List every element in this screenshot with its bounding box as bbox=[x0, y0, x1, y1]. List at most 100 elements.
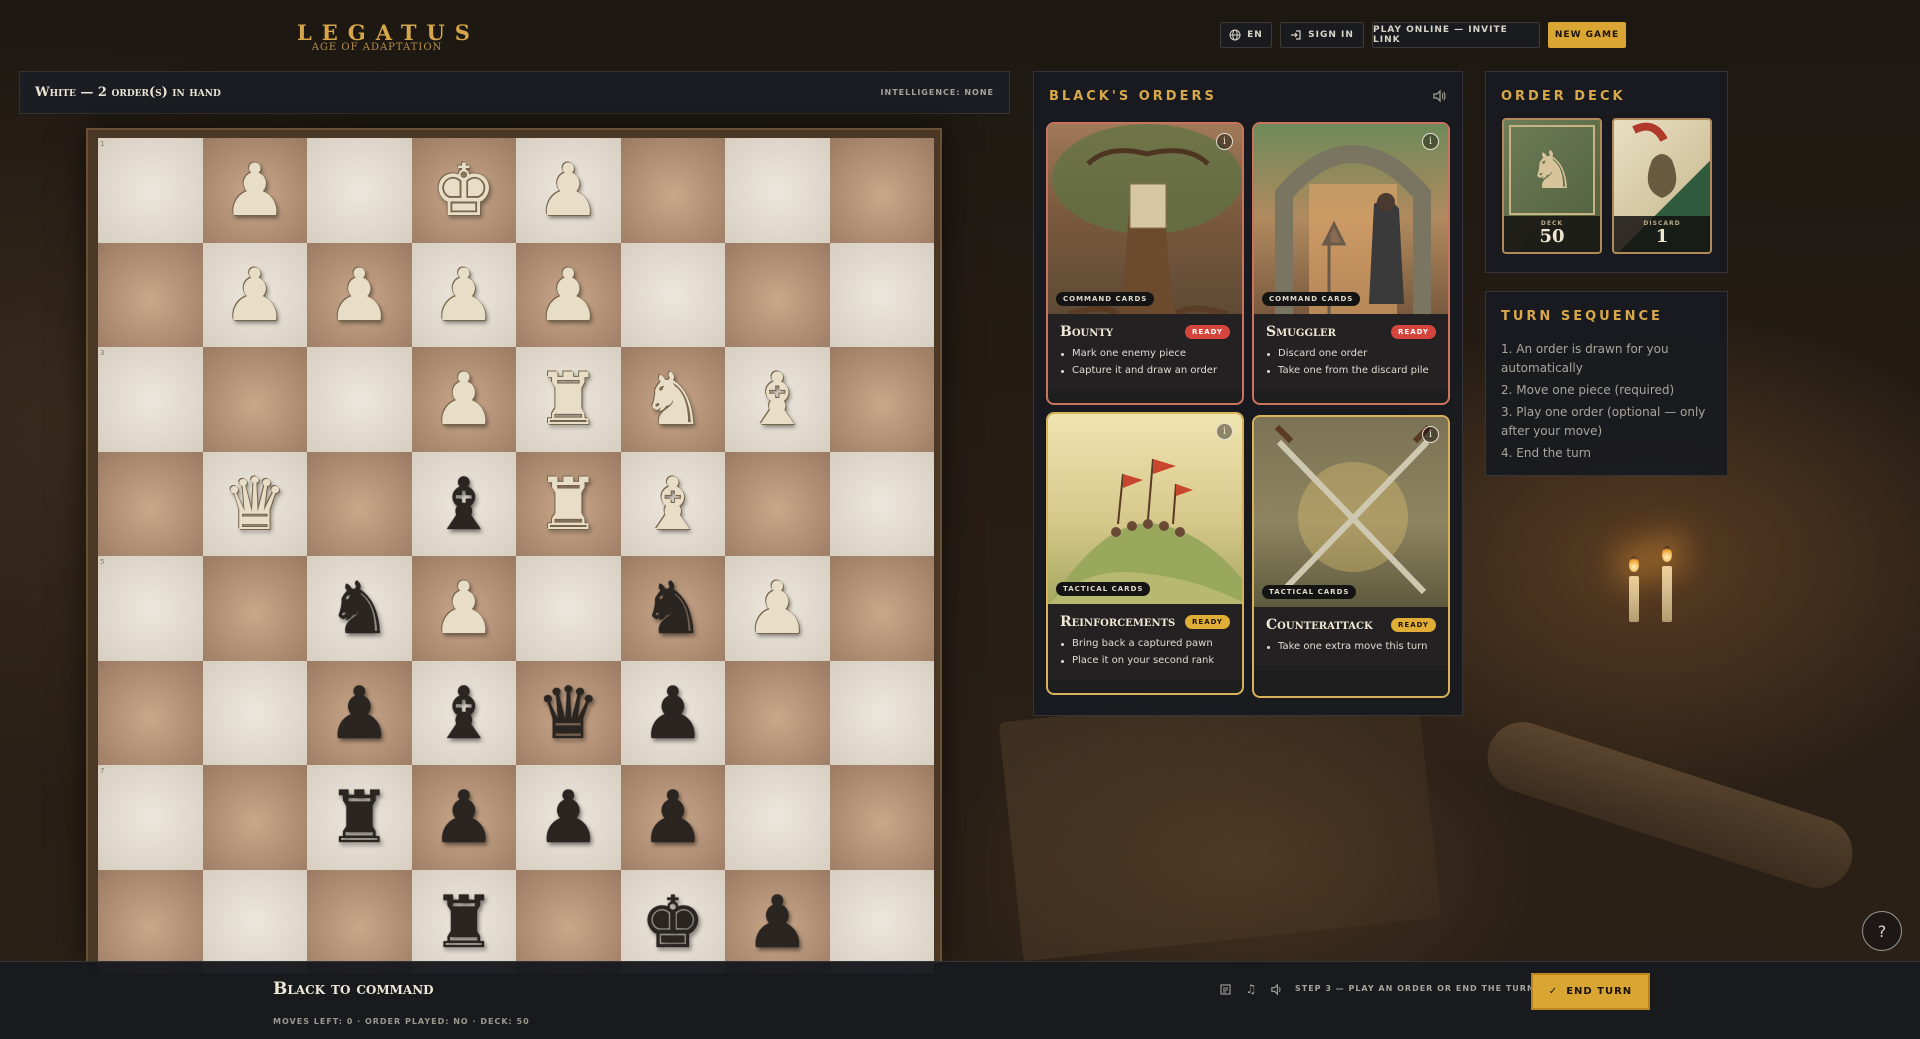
discard-pile[interactable]: DISCARD 1 bbox=[1612, 118, 1712, 254]
board-square[interactable]: ♜ bbox=[411, 869, 516, 974]
log-icon[interactable] bbox=[1217, 981, 1233, 997]
white-pawn-piece[interactable]: ♟ bbox=[431, 572, 496, 644]
board-square[interactable]: ♟ bbox=[411, 556, 516, 661]
music-icon[interactable]: ♫ bbox=[1243, 981, 1259, 997]
board-square[interactable] bbox=[307, 347, 412, 452]
board-square[interactable] bbox=[725, 451, 830, 556]
black-king-piece[interactable]: ♚ bbox=[640, 886, 705, 958]
board-square[interactable]: ♜ bbox=[516, 347, 621, 452]
white-knight-piece[interactable]: ♞ bbox=[640, 363, 705, 435]
board-square[interactable] bbox=[307, 869, 412, 974]
info-icon[interactable]: i bbox=[1216, 423, 1233, 440]
new-game-button[interactable]: NEW GAME bbox=[1548, 22, 1626, 48]
board-square[interactable] bbox=[202, 660, 307, 765]
board-square[interactable]: ♝ bbox=[620, 451, 725, 556]
board-square[interactable]: ♚ bbox=[620, 869, 725, 974]
order-card-bounty[interactable]: COMMAND CARDS i Bounty READY Mark one en… bbox=[1046, 122, 1244, 405]
info-icon[interactable]: i bbox=[1422, 426, 1439, 443]
board-square[interactable]: 2 bbox=[98, 242, 203, 347]
board-square[interactable] bbox=[829, 347, 934, 452]
board-square[interactable] bbox=[829, 660, 934, 765]
board-square[interactable]: ♟ bbox=[516, 765, 621, 870]
white-bishop-piece[interactable]: ♝ bbox=[745, 363, 810, 435]
board-square[interactable]: ♟ bbox=[411, 242, 516, 347]
info-icon[interactable]: i bbox=[1422, 133, 1439, 150]
end-turn-button[interactable]: ✓ END TURN bbox=[1531, 973, 1650, 1010]
sign-in-button[interactable]: SIGN IN bbox=[1280, 22, 1364, 48]
white-pawn-piece[interactable]: ♟ bbox=[536, 259, 601, 331]
board-square[interactable]: ♝ bbox=[725, 347, 830, 452]
white-rook-piece[interactable]: ♜ bbox=[536, 363, 601, 435]
board-square[interactable]: ♟ bbox=[307, 660, 412, 765]
board-square[interactable]: ♝ bbox=[411, 660, 516, 765]
order-card-smuggler[interactable]: COMMAND CARDS i Smuggler READY Discard o… bbox=[1252, 122, 1450, 405]
chess-board[interactable]: 1 ♟ ♚ ♟ 2 ♟ ♟ ♟ ♟ 3 ♟ ♜ ♞ ♝ 4 ♛ ♝ ♜ ♝ 5 ♞ ♟ ♞ ♟ 6 ♟ ♝ ♛ ♟ 7 ♜ ♟ ♟ ♟ 8 ♜ ♚ ♟ bbox=[98, 138, 934, 974]
white-pawn-piece[interactable]: ♟ bbox=[536, 154, 601, 226]
black-pawn-piece[interactable]: ♟ bbox=[640, 781, 705, 853]
board-square[interactable] bbox=[516, 869, 621, 974]
white-bishop-piece[interactable]: ♝ bbox=[640, 468, 705, 540]
board-square[interactable]: ♛ bbox=[516, 660, 621, 765]
black-bishop-piece[interactable]: ♝ bbox=[431, 468, 496, 540]
board-square[interactable]: 4 bbox=[98, 451, 203, 556]
deck-pile[interactable]: ♞ DECK 50 bbox=[1502, 118, 1602, 254]
white-queen-piece[interactable]: ♛ bbox=[222, 468, 287, 540]
play-online-button[interactable]: PLAY ONLINE — INVITE LINK bbox=[1372, 22, 1540, 48]
board-square[interactable] bbox=[725, 138, 830, 243]
board-square[interactable] bbox=[829, 556, 934, 661]
board-square[interactable] bbox=[829, 869, 934, 974]
board-square[interactable]: ♟ bbox=[516, 138, 621, 243]
board-square[interactable]: ♟ bbox=[411, 347, 516, 452]
board-square[interactable] bbox=[620, 138, 725, 243]
black-pawn-piece[interactable]: ♟ bbox=[640, 677, 705, 749]
board-square[interactable] bbox=[725, 765, 830, 870]
board-square[interactable] bbox=[307, 451, 412, 556]
board-square[interactable] bbox=[829, 242, 934, 347]
board-square[interactable]: 5 bbox=[98, 556, 203, 661]
board-square[interactable]: ♞ bbox=[307, 556, 412, 661]
board-square[interactable]: ♟ bbox=[411, 765, 516, 870]
black-pawn-piece[interactable]: ♟ bbox=[431, 781, 496, 853]
board-square[interactable]: ♟ bbox=[516, 242, 621, 347]
board-square[interactable]: ♟ bbox=[725, 869, 830, 974]
volume-icon[interactable] bbox=[1268, 981, 1284, 997]
white-king-piece[interactable]: ♚ bbox=[431, 154, 496, 226]
board-square[interactable]: 1 bbox=[98, 138, 203, 243]
board-square[interactable]: ♟ bbox=[307, 242, 412, 347]
info-icon[interactable]: i bbox=[1216, 133, 1233, 150]
board-square[interactable]: 7 bbox=[98, 765, 203, 870]
board-square[interactable]: 8 bbox=[98, 869, 203, 974]
board-square[interactable]: ♟ bbox=[725, 556, 830, 661]
board-square[interactable]: ♟ bbox=[620, 765, 725, 870]
board-square[interactable]: ♚ bbox=[411, 138, 516, 243]
board-square[interactable] bbox=[725, 660, 830, 765]
board-square[interactable]: ♟ bbox=[202, 242, 307, 347]
black-rook-piece[interactable]: ♜ bbox=[327, 781, 392, 853]
board-square[interactable] bbox=[516, 556, 621, 661]
language-button[interactable]: EN bbox=[1220, 22, 1272, 48]
board-square[interactable] bbox=[202, 765, 307, 870]
black-bishop-piece[interactable]: ♝ bbox=[431, 677, 496, 749]
board-square[interactable]: 3 bbox=[98, 347, 203, 452]
board-square[interactable] bbox=[829, 765, 934, 870]
order-card-reinforcements[interactable]: TACTICAL CARDS i Reinforcements READY Br… bbox=[1046, 412, 1244, 695]
white-pawn-piece[interactable]: ♟ bbox=[431, 259, 496, 331]
black-knight-piece[interactable]: ♞ bbox=[640, 572, 705, 644]
board-square[interactable] bbox=[202, 869, 307, 974]
board-square[interactable]: ♛ bbox=[202, 451, 307, 556]
white-pawn-piece[interactable]: ♟ bbox=[327, 259, 392, 331]
board-square[interactable]: ♜ bbox=[307, 765, 412, 870]
black-knight-piece[interactable]: ♞ bbox=[327, 572, 392, 644]
white-pawn-piece[interactable]: ♟ bbox=[222, 154, 287, 226]
white-pawn-piece[interactable]: ♟ bbox=[745, 572, 810, 644]
order-card-counterattack[interactable]: TACTICAL CARDS i Counterattack READY Tak… bbox=[1252, 415, 1450, 698]
black-queen-piece[interactable]: ♛ bbox=[536, 677, 601, 749]
board-square[interactable]: ♞ bbox=[620, 556, 725, 661]
white-pawn-piece[interactable]: ♟ bbox=[431, 363, 496, 435]
board-square[interactable]: ♝ bbox=[411, 451, 516, 556]
board-square[interactable] bbox=[307, 138, 412, 243]
board-square[interactable] bbox=[725, 242, 830, 347]
black-rook-piece[interactable]: ♜ bbox=[431, 886, 496, 958]
white-rook-piece[interactable]: ♜ bbox=[536, 468, 601, 540]
board-square[interactable]: 6 bbox=[98, 660, 203, 765]
